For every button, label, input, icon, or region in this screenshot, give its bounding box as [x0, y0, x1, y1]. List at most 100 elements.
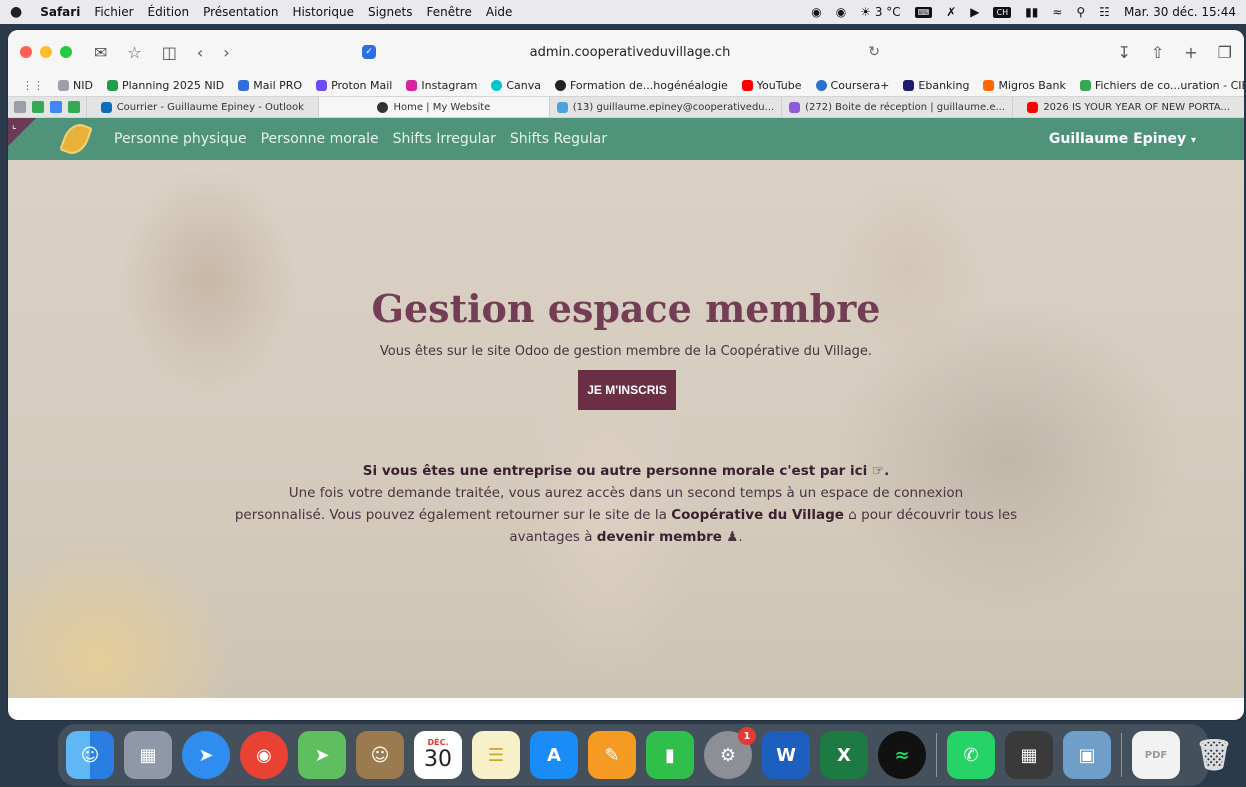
info-line-3a: personnalisé. Vous pouvez également reto…	[234, 507, 667, 523]
input-source-icon[interactable]: CH	[993, 6, 1012, 18]
favorite-star-icon[interactable]: ☆	[127, 43, 141, 62]
pdf-file-icon[interactable]: PDF	[1132, 731, 1180, 779]
menu-fenetre[interactable]: Fenêtre	[426, 5, 471, 19]
maps-icon[interactable]: ➤	[298, 731, 346, 779]
bookmark-mail-pro[interactable]: Mail PRO	[238, 79, 302, 92]
nav-personne-morale[interactable]: Personne morale	[261, 131, 379, 147]
bookmark-youtube[interactable]: YouTube	[741, 79, 802, 92]
play-icon[interactable]: ▶	[970, 5, 979, 19]
back-icon[interactable]: ‹	[197, 43, 203, 62]
tab-outlook[interactable]: Courrier - Guillaume Epiney - Outlook	[86, 97, 318, 117]
safari-icon[interactable]: ➤	[182, 731, 230, 779]
bookmarks-bar: ⋮⋮ NID Planning 2025 NID Mail PRO Proton…	[8, 74, 1244, 96]
address-bar[interactable]: ✓ admin.cooperativeduvillage.ch ↻	[362, 38, 880, 66]
menu-edition[interactable]: Édition	[148, 5, 190, 19]
settings-icon[interactable]: ⚙ 1	[704, 727, 756, 779]
spotify-icon[interactable]: ≈	[878, 731, 926, 779]
bookmark-coursera[interactable]: Coursera+	[815, 79, 889, 92]
edit-corner-icon[interactable]: ⌞	[12, 120, 17, 131]
apple-menu-icon[interactable]: ●	[10, 4, 22, 20]
traffic-lights	[20, 46, 72, 58]
menu-aide[interactable]: Aide	[486, 5, 513, 19]
launchpad-icon[interactable]: ▦	[124, 731, 172, 779]
menu-presentation[interactable]: Présentation	[203, 5, 278, 19]
app-store-icon[interactable]: A	[530, 731, 578, 779]
excel-icon[interactable]: X	[820, 731, 868, 779]
bookmark-planning[interactable]: Planning 2025 NID	[106, 79, 224, 92]
user-menu[interactable]: Guillaume Epiney ▾	[1049, 131, 1196, 147]
tab-overview-icon[interactable]: ❐	[1218, 43, 1232, 62]
wifi-icon[interactable]: ≈	[1052, 5, 1062, 19]
register-button[interactable]: JE M'INSCRIS	[578, 370, 676, 410]
mail-icon[interactable]: ✉	[94, 43, 107, 62]
menu-historique[interactable]: Historique	[292, 5, 354, 19]
reload-icon[interactable]: ↻	[868, 44, 880, 60]
new-tab-icon[interactable]: +	[1184, 43, 1197, 62]
site-logo[interactable]	[59, 119, 93, 159]
tab-youtube[interactable]: 2026 IS YOUR YEAR OF NEW PORTA...	[1012, 97, 1244, 117]
info-line-4a: avantages à	[509, 529, 593, 545]
privacy-shield-icon[interactable]: ✓	[362, 45, 376, 59]
pinned-tab-sheets-1[interactable]	[32, 101, 44, 113]
nav-personne-physique[interactable]: Personne physique	[114, 131, 247, 147]
numbers-icon[interactable]: ▮	[646, 731, 694, 779]
zoom-window-button[interactable]	[60, 46, 72, 58]
word-icon[interactable]: W	[762, 731, 810, 779]
menu-bar: ● Safari Fichier Édition Présentation Hi…	[0, 0, 1246, 24]
pinned-tab-docs[interactable]	[50, 101, 62, 113]
nav-shifts-regular[interactable]: Shifts Regular	[510, 131, 607, 147]
pinned-tab-sheets-2[interactable]	[68, 101, 80, 113]
tab-webmail[interactable]: (13) guillaume.epiney@cooperativedu...	[549, 97, 781, 117]
menu-fichier[interactable]: Fichier	[94, 5, 133, 19]
calculator-icon[interactable]: ▦	[1005, 731, 1053, 779]
weather-icon[interactable]: ☀ 3 °C	[860, 5, 900, 19]
whatsapp-icon[interactable]: ✆	[947, 731, 995, 779]
close-window-button[interactable]	[20, 46, 32, 58]
devenir-membre-link[interactable]: devenir membre	[597, 529, 722, 545]
cooperative-link[interactable]: Coopérative du Village	[671, 507, 844, 523]
forward-icon[interactable]: ›	[223, 43, 229, 62]
battery-icon[interactable]: ▮▮	[1025, 5, 1038, 19]
clock[interactable]: Mar. 30 déc. 15:44	[1124, 5, 1236, 19]
control-center-icon[interactable]: ☷	[1099, 5, 1110, 19]
bookmark-fichiers[interactable]: Fichiers de co...uration - CIE	[1079, 79, 1244, 92]
trash-icon[interactable]: 🗑	[1190, 731, 1238, 779]
bookmark-migros-bank[interactable]: Migros Bank	[983, 79, 1066, 92]
dock: ☺ ▦ ➤ ◉ ➤ ☺ DÉC. 30 ☰ A ✎ ▮ ⚙ 1 W X ≈ ✆ ▦ …	[58, 724, 1233, 786]
minimize-window-button[interactable]	[40, 46, 52, 58]
personne-morale-link[interactable]: Si vous êtes une entreprise ou autre per…	[363, 463, 889, 479]
bookmarks-grid-icon[interactable]: ⋮⋮	[22, 79, 44, 92]
menu-signets[interactable]: Signets	[368, 5, 413, 19]
menu-app-name[interactable]: Safari	[40, 5, 80, 19]
bookmark-ebanking[interactable]: Ebanking	[903, 79, 969, 92]
info-line-3b: pour découvrir tous les	[861, 507, 1018, 523]
bookmark-canva[interactable]: Canva	[491, 79, 541, 92]
browser-toolbar: ✉ ☆ ◫ ‹ › ✓ admin.cooperativeduvillage.c…	[8, 30, 1244, 74]
hero-title: Gestion espace membre	[371, 286, 881, 331]
downloads-icon[interactable]: ↧	[1117, 43, 1130, 62]
pages-icon[interactable]: ✎	[588, 731, 636, 779]
url-text: admin.cooperativeduvillage.ch	[529, 44, 731, 60]
user-icon: ♟	[726, 529, 739, 545]
bookmark-proton-mail[interactable]: Proton Mail	[316, 79, 392, 92]
scissors-icon[interactable]: ✗	[946, 5, 956, 19]
pinned-tab-g[interactable]	[14, 101, 26, 113]
chrome-icon[interactable]: ◉	[240, 731, 288, 779]
bookmark-nid[interactable]: NID	[58, 79, 93, 92]
nav-shifts-irregular[interactable]: Shifts Irregular	[393, 131, 496, 147]
tab-home-my-website[interactable]: Home | My Website	[317, 97, 550, 117]
finder-icon[interactable]: ☺	[66, 731, 114, 779]
notes-icon[interactable]: ☰	[472, 731, 520, 779]
keyboard-icon[interactable]: ⌨	[914, 6, 933, 18]
share-icon[interactable]: ⇧	[1151, 43, 1164, 62]
k-app-icon[interactable]: ◉	[836, 5, 846, 19]
calendar-icon[interactable]: DÉC. 30	[414, 731, 462, 779]
spotlight-icon[interactable]: ⚲	[1076, 5, 1085, 19]
tab-inbox[interactable]: (272) Boite de réception | guillaume.e..…	[780, 97, 1013, 117]
sidebar-toggle-icon[interactable]: ◫	[162, 43, 177, 62]
bookmark-formation[interactable]: Formation de...hogénéalogie	[555, 79, 728, 92]
preview-icon[interactable]: ▣	[1063, 731, 1111, 779]
contacts-icon[interactable]: ☺	[356, 731, 404, 779]
bookmark-instagram[interactable]: Instagram	[406, 79, 477, 92]
creative-cloud-icon[interactable]: ◉	[811, 5, 821, 19]
